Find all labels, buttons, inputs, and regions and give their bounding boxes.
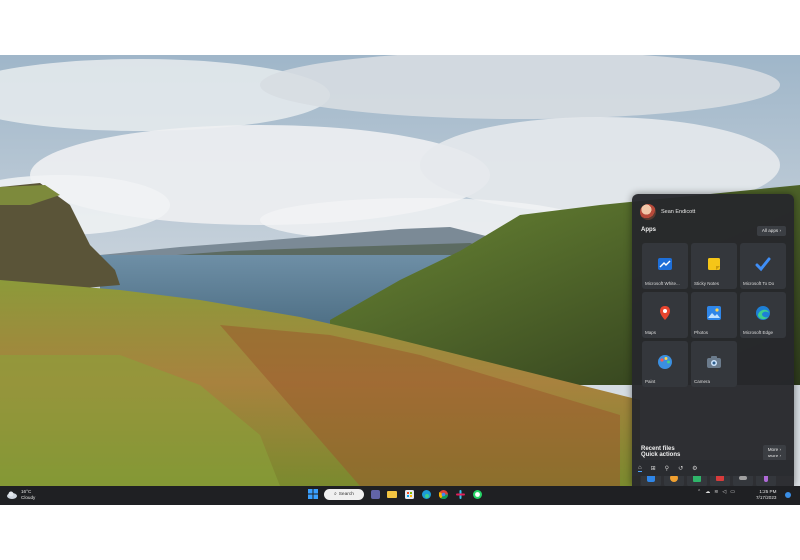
weather-widget[interactable]: 16°C Cloudy [7, 489, 35, 500]
start-nav-bar: ⌂ ⊞ ⚲ ↺ ⚙ [632, 460, 794, 476]
chat-icon [370, 489, 380, 499]
recent-files-more-button[interactable]: More › [762, 445, 786, 455]
folder-icon [387, 491, 397, 498]
edge-button[interactable] [420, 488, 432, 500]
sticky-notes-icon [706, 256, 722, 272]
search-label: Search [338, 491, 354, 497]
wifi-icon[interactable]: ≋ [714, 489, 718, 495]
app-tile-sticky-notes[interactable]: Sticky Notes [691, 243, 737, 289]
app-label: Maps [645, 330, 657, 335]
clock[interactable]: 1:25 PM 7/17/2023 [756, 489, 776, 501]
app-tile-paint[interactable]: Paint [642, 341, 688, 387]
app-label: Microsoft To Do [743, 281, 775, 286]
pin-icon[interactable]: ⚲ [665, 465, 669, 472]
recent-files-title: Recent files [641, 446, 675, 452]
app-tile-edge[interactable]: Microsoft Edge [740, 292, 786, 338]
start-menu: Sean Endicott Apps All apps › Microsoft … [632, 194, 794, 487]
whatsapp-icon [472, 489, 482, 499]
cloud-icon [7, 491, 17, 499]
app-label: Photos [694, 330, 709, 335]
all-apps-button[interactable]: All apps › [756, 226, 786, 236]
system-tray: ⌃ ☁ ≋ ◁ ▭ [697, 489, 735, 495]
file-explorer-button[interactable] [386, 488, 398, 500]
taskbar: 16°C Cloudy ⌕ Search ⌃ ☁ ≋ ◁ ▭ 1:25 PM 7… [0, 486, 800, 505]
app-tile-whiteboard[interactable]: Microsoft White... [642, 243, 688, 289]
user-name: Sean Endicott [661, 209, 696, 215]
quick-actions-title: Quick actions [641, 452, 681, 458]
slack-icon [455, 489, 465, 499]
home-icon[interactable]: ⌂ [638, 465, 642, 472]
app-tile-photos[interactable]: Photos [691, 292, 737, 338]
weather-desc: Cloudy [21, 494, 36, 500]
app-label: Paint [645, 379, 656, 384]
volume-icon[interactable]: ◁ [722, 489, 726, 495]
edge-icon [755, 305, 771, 321]
app-label: Sticky Notes [694, 281, 720, 286]
all-apps-label: All apps [761, 228, 779, 233]
app-label: Microsoft Edge [743, 330, 774, 335]
camera-icon [706, 354, 722, 370]
start-button[interactable] [307, 488, 319, 500]
slack-button[interactable] [454, 488, 466, 500]
app-tile-camera[interactable]: Camera [691, 341, 737, 387]
notification-icon[interactable] [785, 492, 791, 498]
whatsapp-button[interactable] [471, 488, 483, 500]
store-button[interactable] [403, 488, 415, 500]
avatar [640, 204, 656, 220]
apps-grid: Microsoft White... Sticky Notes Microsof… [642, 243, 786, 387]
onedrive-icon[interactable]: ☁ [705, 489, 710, 495]
app-tile-todo[interactable]: Microsoft To Do [740, 243, 786, 289]
history-icon[interactable]: ↺ [678, 465, 683, 472]
desktop-screen: Sean Endicott Apps All apps › Microsoft … [0, 55, 800, 505]
whiteboard-icon [657, 256, 673, 272]
chrome-button[interactable] [437, 488, 449, 500]
windows-logo-icon [308, 489, 318, 499]
taskbar-search[interactable]: ⌕ Search [324, 488, 364, 500]
apps-title: Apps [641, 227, 656, 233]
taskbar-apps: ⌕ Search [307, 488, 483, 500]
settings-gear-icon[interactable]: ⚙ [692, 465, 697, 472]
chrome-icon [438, 489, 448, 499]
user-profile[interactable]: Sean Endicott [640, 204, 695, 220]
paint-icon [657, 354, 673, 370]
maps-icon [657, 305, 673, 321]
edge-taskbar-icon [421, 489, 431, 499]
app-tile-maps[interactable]: Maps [642, 292, 688, 338]
clock-date: 7/17/2023 [756, 495, 777, 500]
app-label: Microsoft White... [645, 281, 680, 286]
store-icon [404, 489, 414, 499]
todo-icon [755, 256, 771, 272]
tray-overflow-icon[interactable]: ⌃ [697, 489, 701, 495]
apps-grid-icon[interactable]: ⊞ [651, 465, 656, 472]
search-icon: ⌕ [334, 492, 337, 497]
app-label: Camera [694, 379, 711, 384]
teams-chat-button[interactable] [369, 488, 381, 500]
photos-icon [706, 305, 722, 321]
recent-more-label: More [767, 447, 779, 452]
battery-icon[interactable]: ▭ [730, 489, 735, 495]
